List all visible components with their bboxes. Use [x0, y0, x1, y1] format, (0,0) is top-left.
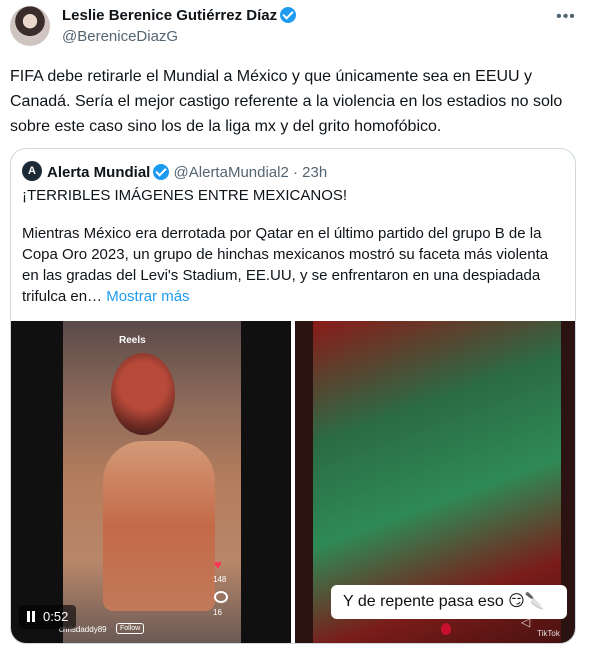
like-count: 148 — [213, 575, 227, 584]
quoted-tweet[interactable]: Alerta Mundial @AlertaMundial2 · 23h ¡TE… — [10, 148, 576, 644]
quoted-author-handle[interactable]: @AlertaMundial2 — [174, 164, 289, 181]
quoted-author-avatar[interactable] — [22, 161, 42, 181]
comment-count: 16 — [213, 608, 222, 617]
quoted-timestamp[interactable]: · 23h — [293, 164, 327, 181]
quoted-body: Mientras México era derrotada por Qatar … — [22, 223, 567, 307]
comment-icon — [214, 591, 228, 603]
tweet-text: FIFA debe retirarle el Mundial a México … — [10, 68, 563, 135]
video-left-figure-body — [103, 441, 215, 611]
video-right[interactable]: Y de repente pasa eso 😏🔪 ◁ TikTok — [295, 321, 575, 643]
author-name[interactable]: Leslie Berenice Gutiérrez Díaz — [62, 7, 277, 24]
verified-badge-icon — [153, 164, 170, 180]
pause-icon[interactable] — [27, 611, 35, 622]
tiktok-watermark: TikTok — [537, 629, 560, 638]
video-timer[interactable]: 0:52 — [19, 605, 77, 629]
author-handle[interactable]: @BereniceDiazG — [62, 28, 178, 46]
verified-badge-icon — [280, 7, 297, 23]
show-more-link[interactable]: Mostrar más — [106, 288, 189, 305]
video-left-figure-head — [111, 353, 175, 435]
heart-icon: ♥ — [214, 557, 222, 572]
quoted-headline: ¡TERRIBLES IMÁGENES ENTRE MEXICANOS! — [22, 187, 348, 204]
author-avatar[interactable] — [10, 6, 50, 46]
quoted-tweet-header: Alerta Mundial @AlertaMundial2 · 23h — [22, 161, 327, 181]
video-duration: 0:52 — [43, 609, 69, 624]
video-caption: Y de repente pasa eso 😏🔪 — [331, 585, 567, 619]
mute-icon[interactable]: ◁ — [521, 615, 535, 629]
author-name-row[interactable]: Leslie Berenice Gutiérrez Díaz — [62, 7, 297, 25]
video-left[interactable]: Reels ♥ 148 16 chrisdaddy89 Follow 0:52 — [11, 321, 291, 643]
video-follow-label: Follow — [116, 623, 145, 634]
quoted-body-text: Mientras México era derrotada por Qatar … — [22, 225, 549, 305]
tweet-header: Leslie Berenice Gutiérrez Díaz @Berenice… — [0, 0, 590, 60]
reels-label: Reels — [119, 335, 146, 346]
media-grid: Reels ♥ 148 16 chrisdaddy89 Follow 0:52 … — [11, 321, 575, 643]
quoted-author-name[interactable]: Alerta Mundial — [47, 164, 150, 181]
more-options-icon[interactable]: ••• — [556, 8, 576, 28]
blood-drop-icon — [441, 623, 451, 635]
